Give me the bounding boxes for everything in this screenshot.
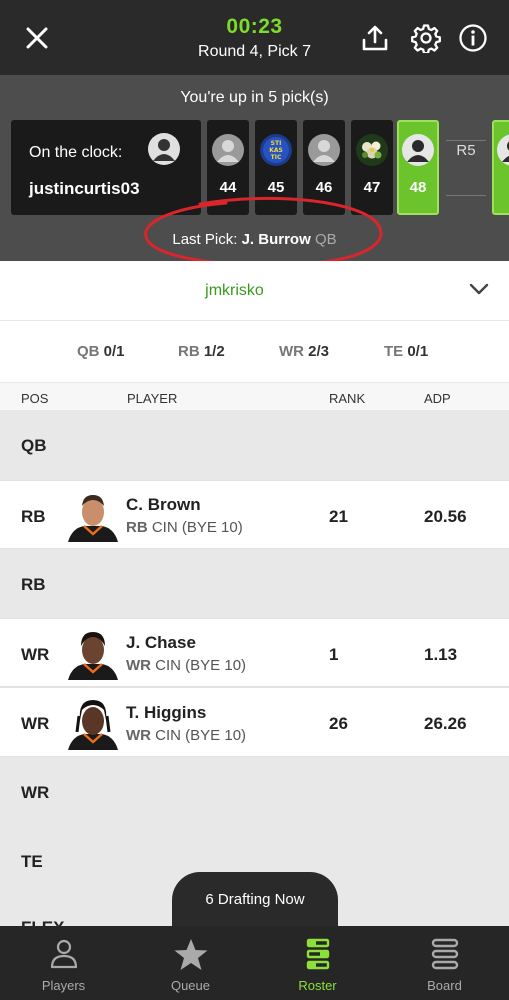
- default-avatar-icon: [497, 134, 509, 166]
- person-icon: [50, 939, 77, 969]
- player-adp: 1.13: [424, 645, 458, 664]
- default-avatar-icon: [402, 134, 434, 166]
- stickastic-avatar-icon: STIKASTIC: [260, 134, 292, 166]
- top-bar: 00:23 Round 4, Pick 7: [0, 0, 509, 75]
- team-selector[interactable]: jmkrisko: [0, 261, 509, 321]
- player-team-info: RB CIN (BYE 10): [126, 519, 243, 536]
- player-rank: 1: [329, 645, 339, 664]
- column-header-player: PLAYER: [127, 391, 178, 406]
- round-divider-line: [446, 140, 486, 141]
- player-photo: [66, 626, 120, 680]
- nav-players[interactable]: Players: [0, 926, 127, 1000]
- position-count-te: TE 0/1: [384, 343, 429, 360]
- svg-text:STI: STI: [271, 140, 282, 147]
- nav-label: Players: [41, 978, 86, 993]
- red-annotation-circle: [144, 196, 383, 261]
- player-photo: [66, 488, 120, 542]
- up-in-notice: You're up in 5 pick(s): [180, 89, 329, 106]
- last-pick-label: Last Pick:: [172, 231, 238, 248]
- nav-board[interactable]: Board: [381, 926, 508, 1000]
- share-button[interactable]: [357, 20, 393, 56]
- player-adp: 20.56: [424, 507, 467, 526]
- roster-icon: [306, 938, 329, 970]
- chevron-down-icon: [469, 283, 489, 295]
- last-pick-player: J. Burrow: [241, 231, 311, 248]
- slot-position: TE: [21, 852, 43, 871]
- nav-queue[interactable]: Queue: [127, 926, 254, 1000]
- on-clock-label: On the clock:: [29, 144, 123, 161]
- default-avatar-icon: [212, 134, 244, 166]
- draft-board-strip: You're up in 5 pick(s) On the clock: jus…: [0, 75, 509, 261]
- slot-position: WR: [21, 645, 50, 664]
- nav-label: Queue: [170, 978, 211, 993]
- player-rank: 21: [329, 507, 348, 526]
- team-name: jmkrisko: [205, 282, 264, 299]
- player-adp: 26.26: [424, 714, 467, 733]
- roster-column-headers: POS PLAYER RANK ADP: [0, 382, 509, 410]
- gear-icon: [411, 24, 441, 53]
- player-name: J. Chase: [126, 633, 196, 652]
- on-clock-username: justincurtis03: [29, 179, 140, 198]
- info-button[interactable]: [455, 20, 491, 56]
- slot-position: QB: [21, 436, 47, 455]
- pick-number: 4: [494, 179, 509, 196]
- player-team-info: WR CIN (BYE 10): [126, 657, 247, 674]
- position-count-qb: QB 0/1: [77, 343, 125, 360]
- position-count-wr: WR 2/3: [279, 343, 330, 360]
- roster-slot-rb[interactable]: RB: [0, 549, 509, 618]
- roster-slot-wr-filled[interactable]: WR J. Chase WR CIN (BYE 10) 1 1.13: [0, 618, 509, 687]
- player-name: C. Brown: [126, 495, 201, 514]
- pick-card-next-user[interactable]: 4: [492, 120, 509, 215]
- nav-label: Board: [427, 978, 462, 993]
- last-pick-position: QB: [314, 231, 337, 248]
- svg-text:KAS: KAS: [269, 147, 283, 154]
- info-icon: [459, 24, 487, 52]
- player-team-info: WR CIN (BYE 10): [126, 727, 247, 744]
- column-header-pos: POS: [21, 391, 49, 406]
- pick-number: 48: [409, 179, 427, 196]
- star-icon: [174, 939, 207, 970]
- settings-button[interactable]: [408, 20, 444, 56]
- default-avatar-icon: [308, 134, 340, 166]
- position-counts: QB 0/1 RB 1/2 WR 2/3 TE 0/1: [0, 322, 509, 382]
- slot-position: RB: [21, 575, 46, 594]
- share-icon: [362, 25, 388, 51]
- roster-slot-wr[interactable]: WR: [0, 757, 509, 827]
- column-header-adp: ADP: [424, 391, 451, 406]
- player-name: T. Higgins: [126, 703, 207, 722]
- next-round-marker: R5: [456, 142, 476, 159]
- default-avatar-icon: [148, 133, 180, 165]
- svg-text:TIC: TIC: [271, 154, 282, 161]
- pick-card-48-user[interactable]: 48: [397, 120, 439, 215]
- floral-avatar-icon: [356, 134, 388, 166]
- drafting-now-pill[interactable]: 6 Drafting Now: [172, 872, 338, 932]
- roster-slot-rb-filled[interactable]: RB C. Brown RB CIN (BYE 10) 21 20.56: [0, 480, 509, 549]
- slot-position: WR: [21, 783, 50, 802]
- roster-slot-qb[interactable]: QB: [0, 410, 509, 480]
- last-pick-info: Last Pick: J. Burrow QB: [0, 231, 509, 248]
- round-divider-line: [446, 195, 486, 196]
- bottom-nav: Players Queue Roster Board: [0, 926, 509, 1000]
- board-icon: [431, 938, 458, 970]
- roster-slot-wr-filled[interactable]: WR T. Higgins WR CIN (BYE 10) 26 26.26: [0, 687, 509, 757]
- slot-position: WR: [21, 714, 50, 733]
- player-rank: 26: [329, 714, 348, 733]
- nav-roster[interactable]: Roster: [254, 926, 381, 1000]
- position-count-rb: RB 1/2: [178, 343, 225, 360]
- player-photo: [66, 696, 120, 750]
- slot-position: RB: [21, 507, 46, 526]
- nav-label: Roster: [298, 978, 337, 993]
- column-header-rank: RANK: [329, 391, 366, 406]
